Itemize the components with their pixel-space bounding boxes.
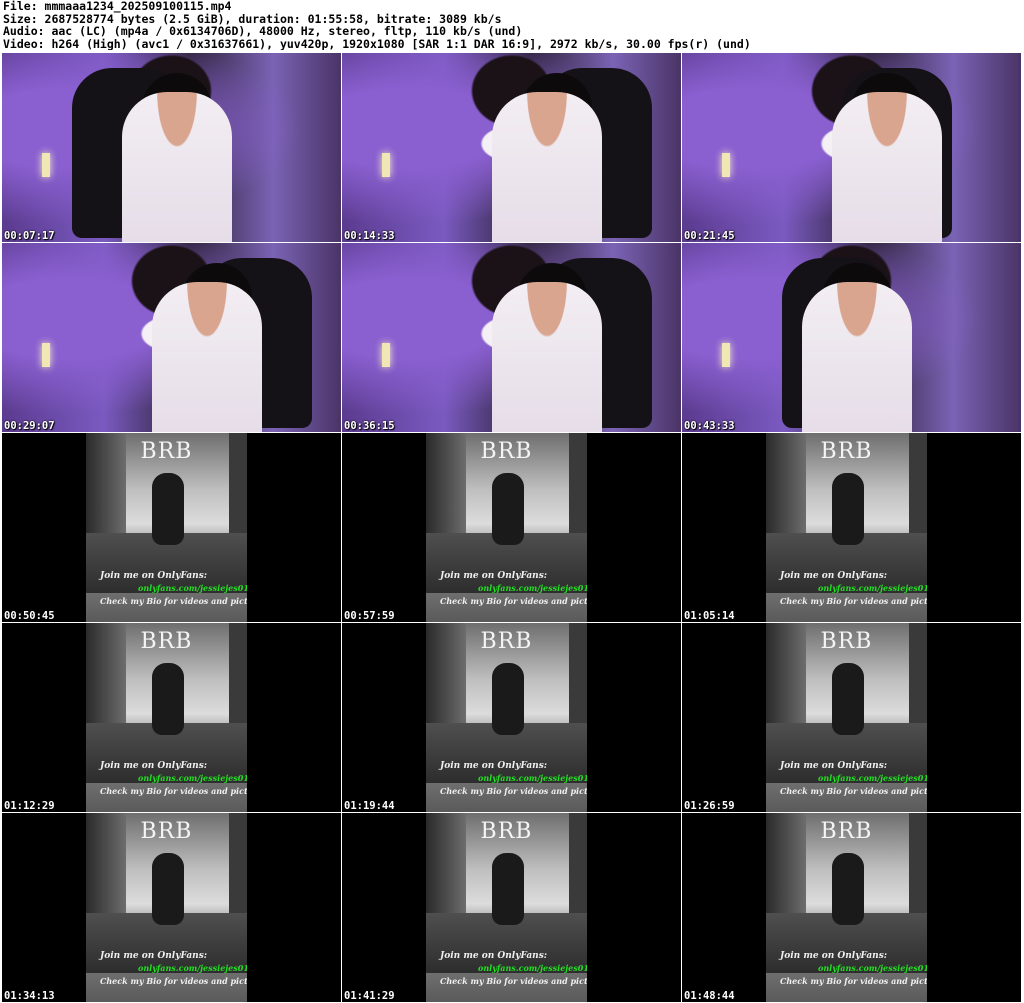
thumbnail: 00:21:45 <box>682 53 1021 242</box>
brb-title: BRB <box>820 439 873 464</box>
brb-frame: BRB Join me on OnlyFans: onlyfans.com/je… <box>766 813 927 1002</box>
brb-join-text: Join me on OnlyFans: <box>100 951 208 961</box>
brb-title: BRB <box>140 439 193 464</box>
audio-line: Audio: aac (LC) (mp4a / 0x6134706D), 480… <box>3 25 523 38</box>
thumbnail: 00:29:07 <box>2 243 341 432</box>
brb-join-text: Join me on OnlyFans: <box>100 761 208 771</box>
timestamp: 01:34:13 <box>4 990 55 1002</box>
brb-frame: BRB Join me on OnlyFans: onlyfans.com/je… <box>86 433 247 622</box>
brb-join-text: Join me on OnlyFans: <box>780 761 888 771</box>
timestamp: 00:29:07 <box>4 420 55 432</box>
brb-title: BRB <box>140 629 193 654</box>
brb-link-text: onlyfans.com/jessiejes01 <box>818 773 927 783</box>
timestamp: 00:50:45 <box>4 610 55 622</box>
timestamp: 00:43:33 <box>684 420 735 432</box>
file-info-header: File: mmmaaa1234_202509100115.mp4 Size: … <box>3 0 1021 50</box>
brb-frame: BRB Join me on OnlyFans: onlyfans.com/je… <box>426 813 587 1002</box>
timestamp: 01:26:59 <box>684 800 735 812</box>
brb-frame: BRB Join me on OnlyFans: onlyfans.com/je… <box>426 623 587 812</box>
brb-link-text: onlyfans.com/jessiejes01 <box>138 583 247 593</box>
timestamp: 00:14:33 <box>344 230 395 242</box>
brb-bio-text: Check my Bio for videos and pictures <box>780 596 927 606</box>
thumbnail: BRB Join me on OnlyFans: onlyfans.com/je… <box>342 813 681 1002</box>
brb-frame: BRB Join me on OnlyFans: onlyfans.com/je… <box>426 433 587 622</box>
brb-bio-text: Check my Bio for videos and pictures <box>100 976 247 986</box>
thumbnail: BRB Join me on OnlyFans: onlyfans.com/je… <box>2 433 341 622</box>
brb-title: BRB <box>140 819 193 844</box>
thumbnail: BRB Join me on OnlyFans: onlyfans.com/je… <box>2 623 341 812</box>
brb-frame: BRB Join me on OnlyFans: onlyfans.com/je… <box>766 623 927 812</box>
brb-link-text: onlyfans.com/jessiejes01 <box>478 773 587 783</box>
brb-join-text: Join me on OnlyFans: <box>440 951 548 961</box>
brb-title: BRB <box>480 819 533 844</box>
timestamp: 01:19:44 <box>344 800 395 812</box>
thumbnail: BRB Join me on OnlyFans: onlyfans.com/je… <box>682 813 1021 1002</box>
thumbnail: 00:36:15 <box>342 243 681 432</box>
timestamp: 00:36:15 <box>344 420 395 432</box>
timestamp: 01:41:29 <box>344 990 395 1002</box>
brb-join-text: Join me on OnlyFans: <box>440 571 548 581</box>
timestamp: 01:12:29 <box>4 800 55 812</box>
brb-title: BRB <box>480 629 533 654</box>
thumbnail: BRB Join me on OnlyFans: onlyfans.com/je… <box>342 623 681 812</box>
thumbnail-grid: 00:07:17 00:14:33 00:21:45 00:29:07 00:3… <box>2 53 1022 1003</box>
thumbnail: BRB Join me on OnlyFans: onlyfans.com/je… <box>682 433 1021 622</box>
brb-frame: BRB Join me on OnlyFans: onlyfans.com/je… <box>766 433 927 622</box>
brb-join-text: Join me on OnlyFans: <box>440 761 548 771</box>
brb-bio-text: Check my Bio for videos and pictures <box>100 786 247 796</box>
brb-link-text: onlyfans.com/jessiejes01 <box>478 963 587 973</box>
timestamp: 00:21:45 <box>684 230 735 242</box>
brb-join-text: Join me on OnlyFans: <box>780 951 888 961</box>
brb-link-text: onlyfans.com/jessiejes01 <box>138 773 247 783</box>
brb-link-text: onlyfans.com/jessiejes01 <box>478 583 587 593</box>
size-line: Size: 2687528774 bytes (2.5 GiB), durati… <box>3 12 502 25</box>
brb-bio-text: Check my Bio for videos and pictures <box>440 596 587 606</box>
timestamp: 01:05:14 <box>684 610 735 622</box>
brb-link-text: onlyfans.com/jessiejes01 <box>818 583 927 593</box>
brb-title: BRB <box>820 629 873 654</box>
timestamp: 00:07:17 <box>4 230 55 242</box>
file-line: File: mmmaaa1234_202509100115.mp4 <box>3 0 232 13</box>
brb-join-text: Join me on OnlyFans: <box>100 571 208 581</box>
brb-frame: BRB Join me on OnlyFans: onlyfans.com/je… <box>86 623 247 812</box>
brb-bio-text: Check my Bio for videos and pictures <box>440 976 587 986</box>
brb-join-text: Join me on OnlyFans: <box>780 571 888 581</box>
thumbnail: BRB Join me on OnlyFans: onlyfans.com/je… <box>342 433 681 622</box>
brb-link-text: onlyfans.com/jessiejes01 <box>818 963 927 973</box>
timestamp: 00:57:59 <box>344 610 395 622</box>
video-line: Video: h264 (High) (avc1 / 0x31637661), … <box>3 37 751 50</box>
thumbnail: 00:43:33 <box>682 243 1021 432</box>
brb-bio-text: Check my Bio for videos and pictures <box>440 786 587 796</box>
brb-bio-text: Check my Bio for videos and pictures <box>780 976 927 986</box>
thumbnail: BRB Join me on OnlyFans: onlyfans.com/je… <box>2 813 341 1002</box>
brb-bio-text: Check my Bio for videos and pictures <box>100 596 247 606</box>
thumbnail: 00:07:17 <box>2 53 341 242</box>
thumbnail: 00:14:33 <box>342 53 681 242</box>
brb-title: BRB <box>480 439 533 464</box>
thumbnail: BRB Join me on OnlyFans: onlyfans.com/je… <box>682 623 1021 812</box>
brb-frame: BRB Join me on OnlyFans: onlyfans.com/je… <box>86 813 247 1002</box>
brb-title: BRB <box>820 819 873 844</box>
brb-bio-text: Check my Bio for videos and pictures <box>780 786 927 796</box>
brb-link-text: onlyfans.com/jessiejes01 <box>138 963 247 973</box>
timestamp: 01:48:44 <box>684 990 735 1002</box>
